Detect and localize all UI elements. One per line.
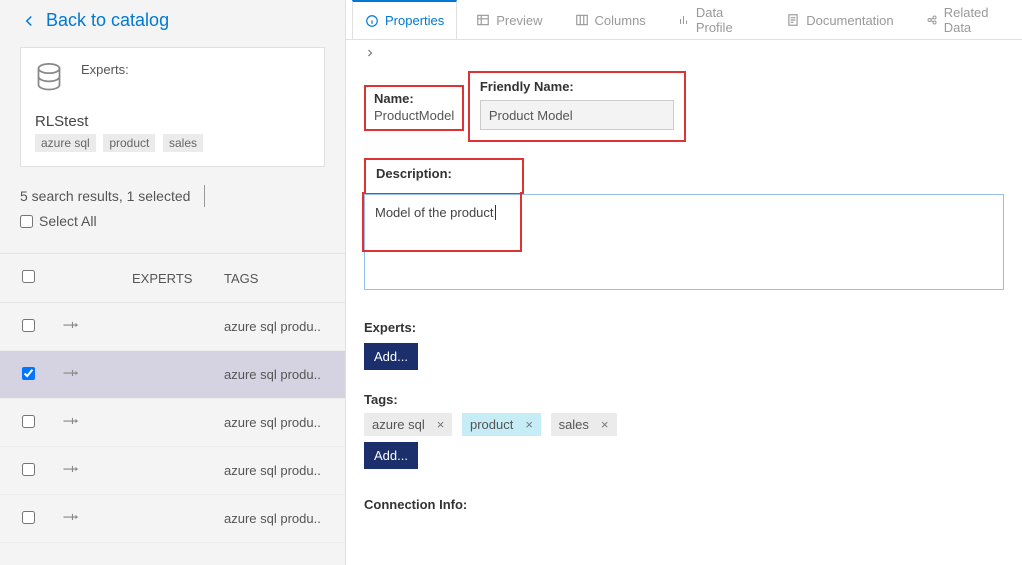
- link-icon: [926, 13, 938, 27]
- properties-panel: Name: ProductModel Friendly Name: Descri…: [346, 40, 1022, 565]
- friendly-name-input[interactable]: [480, 100, 674, 130]
- col-experts[interactable]: EXPERTS: [132, 271, 224, 286]
- connection-info-label: Connection Info:: [364, 497, 1004, 512]
- tags-section: Tags: azure sql × product × sales × Add...: [364, 392, 1004, 469]
- pin-icon[interactable]: [62, 318, 80, 332]
- description-value: Model of the product: [375, 205, 496, 220]
- pin-icon[interactable]: [62, 510, 80, 524]
- pin-icon[interactable]: [62, 414, 80, 428]
- tab-data-profile[interactable]: Data Profile: [665, 0, 767, 39]
- select-all-row[interactable]: Select All: [0, 213, 345, 229]
- row-checkbox[interactable]: [22, 319, 35, 332]
- tab-documentation[interactable]: Documentation: [773, 0, 906, 39]
- results-header: EXPERTS TAGS: [0, 253, 345, 303]
- table-row[interactable]: azure sql produ..: [0, 495, 345, 543]
- row-tags: azure sql produ..: [224, 319, 324, 334]
- connection-info-section: Connection Info:: [364, 497, 1004, 512]
- name-highlight: Name: ProductModel: [364, 85, 464, 131]
- experts-section: Experts: Add...: [364, 320, 1004, 370]
- chevron-right-icon: [364, 46, 376, 60]
- divider: [204, 185, 205, 207]
- name-value: ProductModel: [374, 108, 454, 123]
- header-checkbox[interactable]: [22, 270, 35, 283]
- table-row[interactable]: azure sql produ..: [0, 399, 345, 447]
- col-tags[interactable]: TAGS: [224, 271, 345, 286]
- columns-icon: [575, 13, 589, 27]
- add-tag-button[interactable]: Add...: [364, 442, 418, 469]
- close-icon[interactable]: ×: [437, 417, 445, 432]
- results-summary: 5 search results, 1 selected: [20, 188, 190, 204]
- table-row[interactable]: azure sql produ..: [0, 351, 345, 399]
- experts-label: Experts:: [364, 320, 1004, 335]
- friendly-name-label: Friendly Name:: [480, 79, 674, 94]
- tag-chip[interactable]: product: [103, 134, 155, 152]
- tag-label: sales: [559, 417, 589, 432]
- row-tags: azure sql produ..: [224, 511, 324, 526]
- pin-icon[interactable]: [62, 366, 80, 380]
- tab-label: Columns: [595, 13, 646, 28]
- tab-label: Preview: [496, 13, 542, 28]
- close-icon[interactable]: ×: [601, 417, 609, 432]
- asset-tags: azure sql product sales: [35, 134, 310, 152]
- bars-icon: [678, 13, 690, 27]
- pin-icon[interactable]: [62, 462, 80, 476]
- row-tags: azure sql produ..: [224, 367, 324, 382]
- table-row[interactable]: azure sql produ..: [0, 303, 345, 351]
- name-label: Name:: [374, 91, 454, 106]
- asset-card: Experts: RLStest azure sql product sales: [20, 47, 325, 167]
- row-tags: azure sql produ..: [224, 463, 324, 478]
- friendly-name-highlight: Friendly Name:: [468, 71, 686, 142]
- tab-related-data[interactable]: Related Data: [913, 0, 1022, 39]
- row-tags: azure sql produ..: [224, 415, 324, 430]
- row-checkbox[interactable]: [22, 463, 35, 476]
- expand-chevron[interactable]: [364, 46, 1004, 63]
- description-label: Description:: [376, 166, 514, 181]
- tag-pill[interactable]: sales ×: [551, 413, 617, 436]
- back-label: Back to catalog: [46, 10, 169, 31]
- right-pane: Properties Preview Columns Data Profile …: [346, 0, 1022, 565]
- description-highlight: Description:: [364, 158, 524, 195]
- close-icon[interactable]: ×: [525, 417, 533, 432]
- add-expert-button[interactable]: Add...: [364, 343, 418, 370]
- experts-label: Experts:: [81, 62, 129, 77]
- tag-pill[interactable]: azure sql ×: [364, 413, 452, 436]
- tag-label: product: [470, 417, 513, 432]
- tab-properties[interactable]: Properties: [352, 0, 457, 39]
- results-table: EXPERTS TAGS azure sql produ.. azure sql…: [0, 253, 345, 543]
- tabs: Properties Preview Columns Data Profile …: [346, 0, 1022, 40]
- arrow-left-icon: [20, 12, 38, 30]
- tags-label: Tags:: [364, 392, 1004, 407]
- tag-pill[interactable]: product ×: [462, 413, 541, 436]
- select-all-checkbox[interactable]: [20, 215, 33, 228]
- row-checkbox[interactable]: [22, 415, 35, 428]
- select-all-label: Select All: [39, 213, 97, 229]
- table-icon: [476, 13, 490, 27]
- tab-preview[interactable]: Preview: [463, 0, 555, 39]
- info-icon: [365, 14, 379, 28]
- row-checkbox[interactable]: [22, 367, 35, 380]
- tab-columns[interactable]: Columns: [562, 0, 659, 39]
- tab-label: Properties: [385, 13, 444, 28]
- tag-label: azure sql: [372, 417, 425, 432]
- tab-label: Documentation: [806, 13, 893, 28]
- database-icon: [35, 62, 65, 99]
- tab-label: Data Profile: [696, 5, 754, 35]
- back-to-catalog-link[interactable]: Back to catalog: [0, 0, 345, 47]
- row-checkbox[interactable]: [22, 511, 35, 524]
- table-row[interactable]: azure sql produ..: [0, 447, 345, 495]
- asset-name: RLStest: [35, 113, 310, 130]
- doc-icon: [786, 13, 800, 27]
- tab-label: Related Data: [944, 5, 1009, 35]
- left-pane: Back to catalog Experts: RLStest azure s…: [0, 0, 346, 565]
- description-input[interactable]: Model of the product: [364, 194, 1004, 290]
- tag-chip[interactable]: azure sql: [35, 134, 96, 152]
- tag-chip[interactable]: sales: [163, 134, 203, 152]
